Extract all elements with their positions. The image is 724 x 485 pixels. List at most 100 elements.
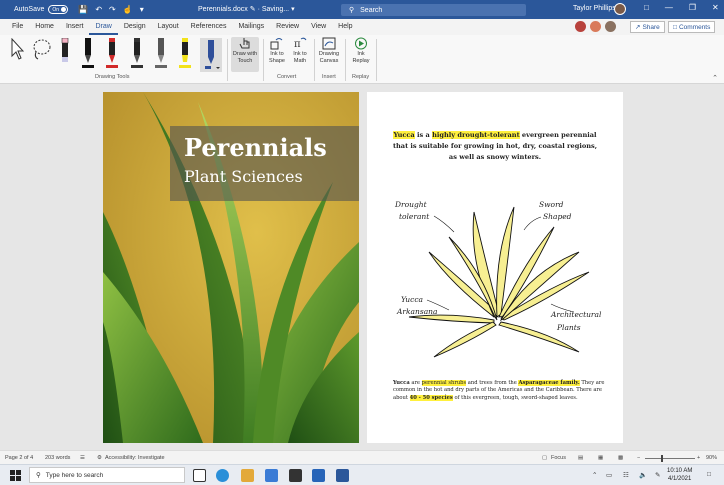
draw-with-touch-label-1: Draw with (232, 51, 258, 57)
edge-icon[interactable] (216, 469, 229, 482)
chevron-up-icon[interactable]: ⌃ (592, 471, 597, 479)
tab-design[interactable]: Design (118, 19, 152, 35)
document-title: Perennials.docx ✎ · Saving... ▾ (198, 5, 295, 13)
pen-blue-selected-icon[interactable] (200, 38, 222, 72)
quick-access-toolbar: 💾 ↶ ↷ ☝ ▾ (78, 5, 143, 14)
autosave-toggle[interactable]: On (48, 5, 69, 14)
pen-icon[interactable]: ✎ (655, 471, 660, 479)
zoom-in-icon[interactable]: + (697, 455, 700, 461)
touch-mode-icon[interactable]: ☝ (123, 5, 133, 14)
body-text: of this evergreen, tough, sword-shaped l… (452, 394, 578, 401)
minimize-icon[interactable]: — (665, 3, 673, 12)
tab-help[interactable]: Help (332, 19, 358, 35)
tab-mailings[interactable]: Mailings (232, 19, 270, 35)
volume-icon[interactable]: 🔈 (639, 471, 647, 479)
tab-draw[interactable]: Draw (89, 19, 118, 35)
cover-page: Perennials Plant Sciences (103, 92, 359, 443)
network-icon[interactable]: ☷ (623, 471, 629, 479)
avatar[interactable] (614, 3, 626, 15)
drawing-canvas-button[interactable]: Drawing Canvas (316, 37, 342, 65)
comments-button[interactable]: □ Comments (668, 21, 716, 33)
focus-mode[interactable]: Focus (551, 455, 566, 461)
ink-replay-icon (354, 37, 368, 50)
tab-home[interactable]: Home (29, 19, 60, 35)
print-layout-icon[interactable]: ▦ (598, 455, 603, 461)
search-placeholder: Search (360, 6, 383, 14)
collaborator-avatar[interactable] (575, 21, 586, 32)
battery-icon[interactable]: ▭ (606, 471, 612, 479)
task-view-icon[interactable] (193, 469, 206, 482)
share-button[interactable]: ↗ Share (630, 21, 665, 33)
tab-file[interactable]: File (6, 19, 29, 35)
collaborator-avatar[interactable] (605, 21, 616, 32)
store-icon[interactable] (289, 469, 302, 482)
divider (314, 39, 315, 81)
body-text-yucca: Yucca (393, 380, 410, 386)
highlighter-yellow-icon[interactable] (179, 38, 191, 68)
pen-red-icon[interactable] (106, 38, 118, 68)
pen-dark-icon[interactable] (131, 38, 143, 68)
user-name[interactable]: Taylor Phillips (573, 5, 616, 12)
notifications-icon[interactable]: □ (707, 471, 711, 478)
ink-to-shape-icon (270, 37, 284, 50)
save-icon[interactable]: 💾 (78, 5, 88, 14)
ink-replay-label-1: Ink (357, 51, 365, 57)
draw-with-touch-button[interactable]: Draw with Touch (231, 37, 259, 72)
search-icon: ⚲ (349, 7, 355, 14)
customize-qat-icon[interactable]: ▾ (140, 5, 144, 14)
ink-to-math-button[interactable]: π Ink to Math (287, 37, 313, 65)
mail-icon[interactable] (265, 469, 278, 482)
photos-icon[interactable] (312, 469, 325, 482)
proofing-icon[interactable]: ☰ (80, 455, 85, 461)
comment-icon: □ (673, 23, 677, 31)
divider (227, 39, 228, 81)
document-canvas[interactable]: Perennials Plant Sciences Yucca is a hig… (0, 84, 724, 450)
word-count[interactable]: 203 words (45, 455, 70, 461)
windows-start-icon[interactable] (10, 470, 21, 481)
eraser-icon[interactable] (59, 38, 71, 64)
pencil-gray-icon[interactable] (155, 38, 167, 68)
insert-label: Insert (322, 74, 336, 80)
edit-pen-icon: ✎ · (249, 6, 262, 13)
ribbon-display-icon[interactable]: □ (644, 3, 649, 12)
zoom-slider-thumb[interactable] (661, 455, 663, 462)
tab-layout[interactable]: Layout (152, 19, 185, 35)
zoom-level[interactable]: 90% (706, 455, 717, 461)
chevron-down-icon[interactable]: ▾ (291, 6, 295, 13)
ink-replay-button[interactable]: Ink Replay (348, 37, 374, 65)
autosave-state: On (52, 7, 60, 13)
page-count[interactable]: Page 2 of 4 (5, 455, 33, 461)
restore-icon[interactable]: ❐ (689, 3, 696, 12)
annotation-yucca: Yucca (401, 295, 424, 304)
search-box[interactable]: ⚲ Search (341, 4, 526, 16)
file-explorer-icon[interactable] (241, 469, 254, 482)
convert-label: Convert (277, 74, 297, 80)
select-arrow-icon[interactable] (10, 38, 24, 60)
window-controls: □ — ❐ ✕ (644, 3, 719, 12)
lasso-select-icon[interactable] (30, 38, 52, 60)
zoom-slider[interactable] (645, 458, 695, 459)
web-layout-icon[interactable]: ▩ (618, 455, 623, 461)
redo-icon[interactable]: ↷ (109, 5, 116, 14)
tab-review[interactable]: Review (270, 19, 305, 35)
autosave: AutoSave On (14, 5, 69, 14)
cover-title-box: Perennials Plant Sciences (170, 126, 359, 201)
undo-icon[interactable]: ↶ (95, 5, 102, 14)
read-mode-icon[interactable]: ▤ (578, 455, 583, 461)
accessibility-status[interactable]: Accessibility: Investigate (105, 455, 165, 461)
drawing-tools-label: Drawing Tools (95, 74, 130, 80)
zoom-out-icon[interactable]: − (637, 455, 640, 461)
tab-insert[interactable]: Insert (60, 19, 90, 35)
collapse-ribbon-icon[interactable]: ⌃ (712, 74, 718, 82)
comments-label: Comments (678, 23, 711, 31)
collaborator-avatar[interactable] (590, 21, 601, 32)
tab-references[interactable]: References (185, 19, 233, 35)
taskbar-search[interactable]: ⚲ Type here to search (29, 467, 185, 483)
tab-view[interactable]: View (305, 19, 332, 35)
page-2[interactable]: Yucca is a highly drought-tolerant everg… (367, 92, 623, 443)
word-icon[interactable] (336, 469, 349, 482)
status-bar: Page 2 of 4 203 words ☰ ⚙ Accessibility:… (0, 450, 724, 464)
pen-black-icon[interactable] (82, 38, 94, 68)
close-icon[interactable]: ✕ (712, 3, 719, 12)
clock[interactable]: 10:10 AM 4/1/2021 (667, 467, 692, 483)
